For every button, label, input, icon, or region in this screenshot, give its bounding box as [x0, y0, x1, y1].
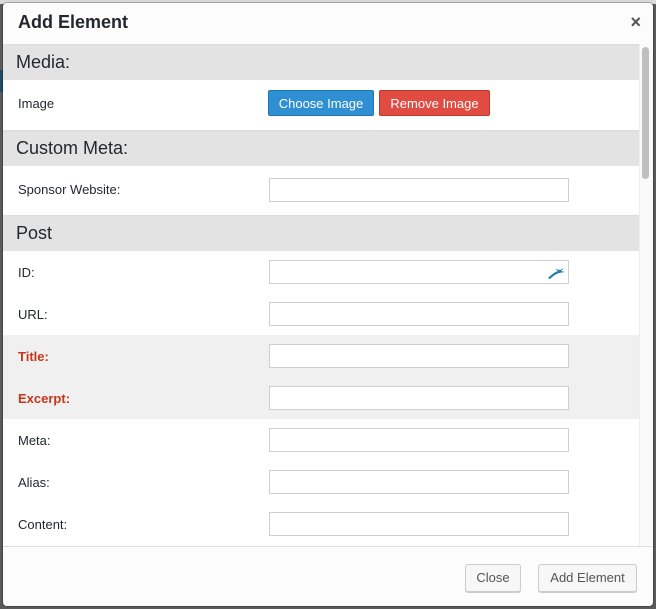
row-sponsor-website: Sponsor Website: [3, 166, 639, 215]
close-button[interactable]: Close [465, 564, 521, 592]
excerpt-field[interactable] [269, 386, 569, 410]
content-field[interactable] [269, 512, 569, 536]
meta-label: Meta: [18, 433, 51, 448]
row-id: ID: [3, 251, 639, 293]
choose-image-button[interactable]: Choose Image [268, 90, 374, 116]
row-content: Content: [3, 503, 639, 545]
section-header-post: Post [3, 215, 639, 251]
dialog-header: Add Element × [3, 3, 653, 44]
id-field[interactable] [269, 260, 569, 284]
section-header-custom-meta: Custom Meta: [3, 130, 639, 166]
url-label: URL: [18, 307, 48, 322]
image-label: Image [18, 96, 55, 111]
dialog-title: Add Element [18, 12, 129, 32]
sponsor-website-field[interactable] [269, 178, 569, 202]
row-url: URL: [3, 293, 639, 335]
add-element-dialog: Add Element × Media: Image Choose Image … [3, 3, 653, 606]
sponsor-website-label: Sponsor Website: [18, 182, 121, 197]
alias-field[interactable] [269, 470, 569, 494]
row-excerpt: Excerpt: [3, 377, 639, 419]
row-meta: Meta: [3, 419, 639, 461]
alias-label: Alias: [18, 475, 50, 490]
row-alias: Alias: [3, 461, 639, 503]
remove-image-button[interactable]: Remove Image [379, 90, 490, 116]
add-element-button[interactable]: Add Element [538, 564, 637, 592]
close-icon[interactable]: × [630, 13, 641, 31]
title-field[interactable] [269, 344, 569, 368]
section-header-media: Media: [3, 44, 639, 80]
row-title: Title: [3, 335, 639, 377]
meta-field[interactable] [269, 428, 569, 452]
dialog-footer: Close Add Element [3, 546, 653, 606]
url-field[interactable] [269, 302, 569, 326]
id-label: ID: [18, 265, 35, 280]
dialog-body[interactable]: Media: Image Choose Image Remove Image C… [3, 44, 639, 546]
content-label: Content: [18, 517, 68, 532]
scrollbar-thumb[interactable] [642, 47, 649, 179]
title-label: Title: [18, 349, 49, 364]
row-image: Image Choose Image Remove Image [3, 80, 639, 130]
excerpt-label: Excerpt: [18, 391, 71, 406]
gazelle-icon[interactable] [546, 264, 566, 280]
